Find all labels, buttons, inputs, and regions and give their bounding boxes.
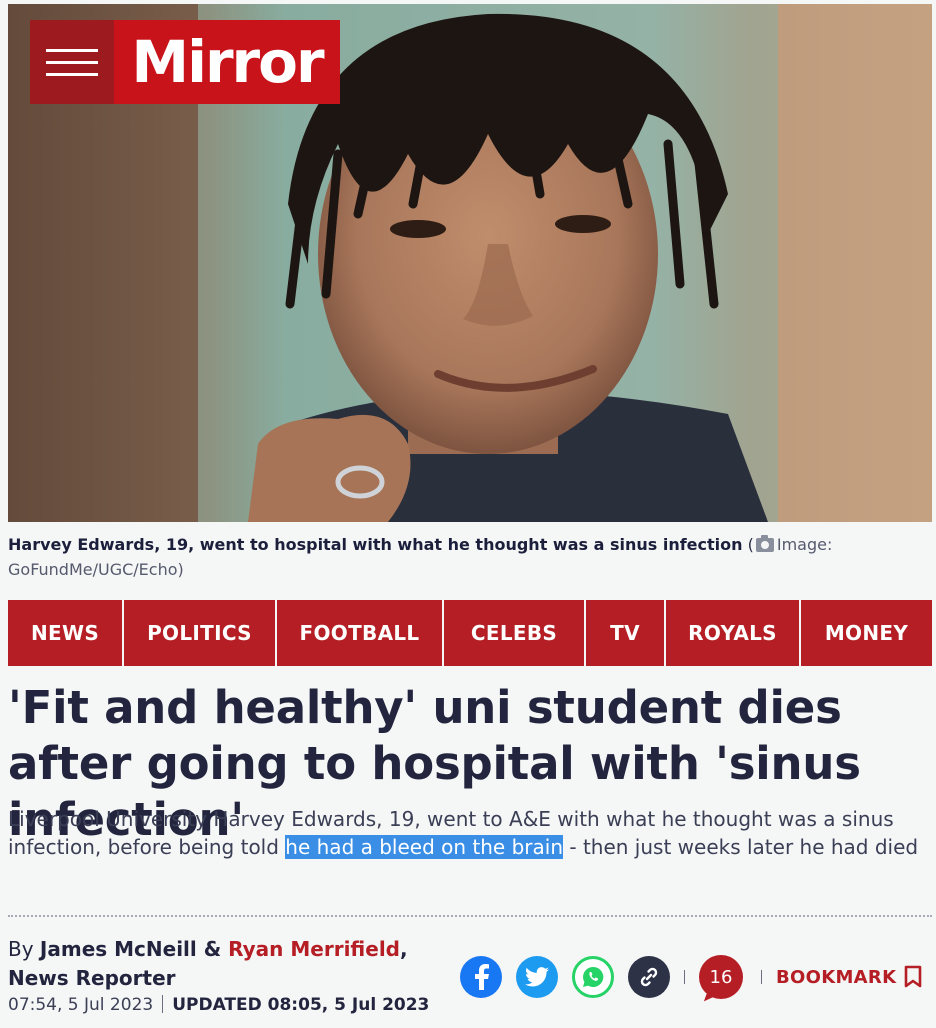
selected-text[interactable]: he had a bleed on the brain xyxy=(285,835,564,859)
nav-item-celebs[interactable]: CELEBS xyxy=(444,600,584,666)
hamburger-icon[interactable] xyxy=(30,20,114,104)
caption-text: Harvey Edwards, 19, went to hospital wit… xyxy=(8,535,743,554)
bookmark-icon xyxy=(905,965,922,988)
published-time: 07:54, 5 Jul 2023 xyxy=(8,995,154,1015)
divider xyxy=(761,970,762,984)
mirror-logo[interactable]: Mirror xyxy=(114,20,340,104)
nav-item-football[interactable]: FOOTBALL xyxy=(277,600,442,666)
article-standfirst: Liverpool University Harvey Edwards, 19,… xyxy=(8,807,919,859)
section-nav: NEWS POLITICS FOOTBALL CELEBS TV ROYALS … xyxy=(8,600,932,666)
divider xyxy=(8,915,932,917)
camera-icon xyxy=(755,535,774,552)
author-link[interactable]: James McNeill xyxy=(40,937,197,961)
comments-button[interactable]: 16 xyxy=(699,955,743,999)
nav-item-politics[interactable]: POLITICS xyxy=(124,600,275,666)
bookmark-label: BOOKMARK xyxy=(776,966,897,988)
image-caption: Harvey Edwards, 19, went to hospital wit… xyxy=(8,535,833,579)
article-dates: 07:54, 5 Jul 2023 UPDATED 08:05, 5 Jul 20… xyxy=(8,995,429,1015)
twitter-icon[interactable] xyxy=(516,956,558,998)
nav-item-royals[interactable]: ROYALS xyxy=(666,600,799,666)
whatsapp-icon[interactable] xyxy=(572,956,614,998)
bookmark-button[interactable]: BOOKMARK xyxy=(776,965,922,989)
facebook-icon[interactable] xyxy=(460,956,502,998)
share-bar: 16 BOOKMARK xyxy=(460,955,922,999)
nav-item-money[interactable]: MONEY xyxy=(801,600,932,666)
site-header: Mirror xyxy=(30,20,340,104)
byline: By James McNeill & Ryan Merrifield, News… xyxy=(8,937,408,990)
link-icon[interactable] xyxy=(628,956,670,998)
author-link[interactable]: Ryan Merrifield xyxy=(228,937,400,961)
updated-time: UPDATED 08:05, 5 Jul 2023 xyxy=(172,995,430,1015)
nav-item-tv[interactable]: TV xyxy=(586,600,664,666)
divider xyxy=(684,970,685,984)
nav-item-news[interactable]: NEWS xyxy=(8,600,122,666)
